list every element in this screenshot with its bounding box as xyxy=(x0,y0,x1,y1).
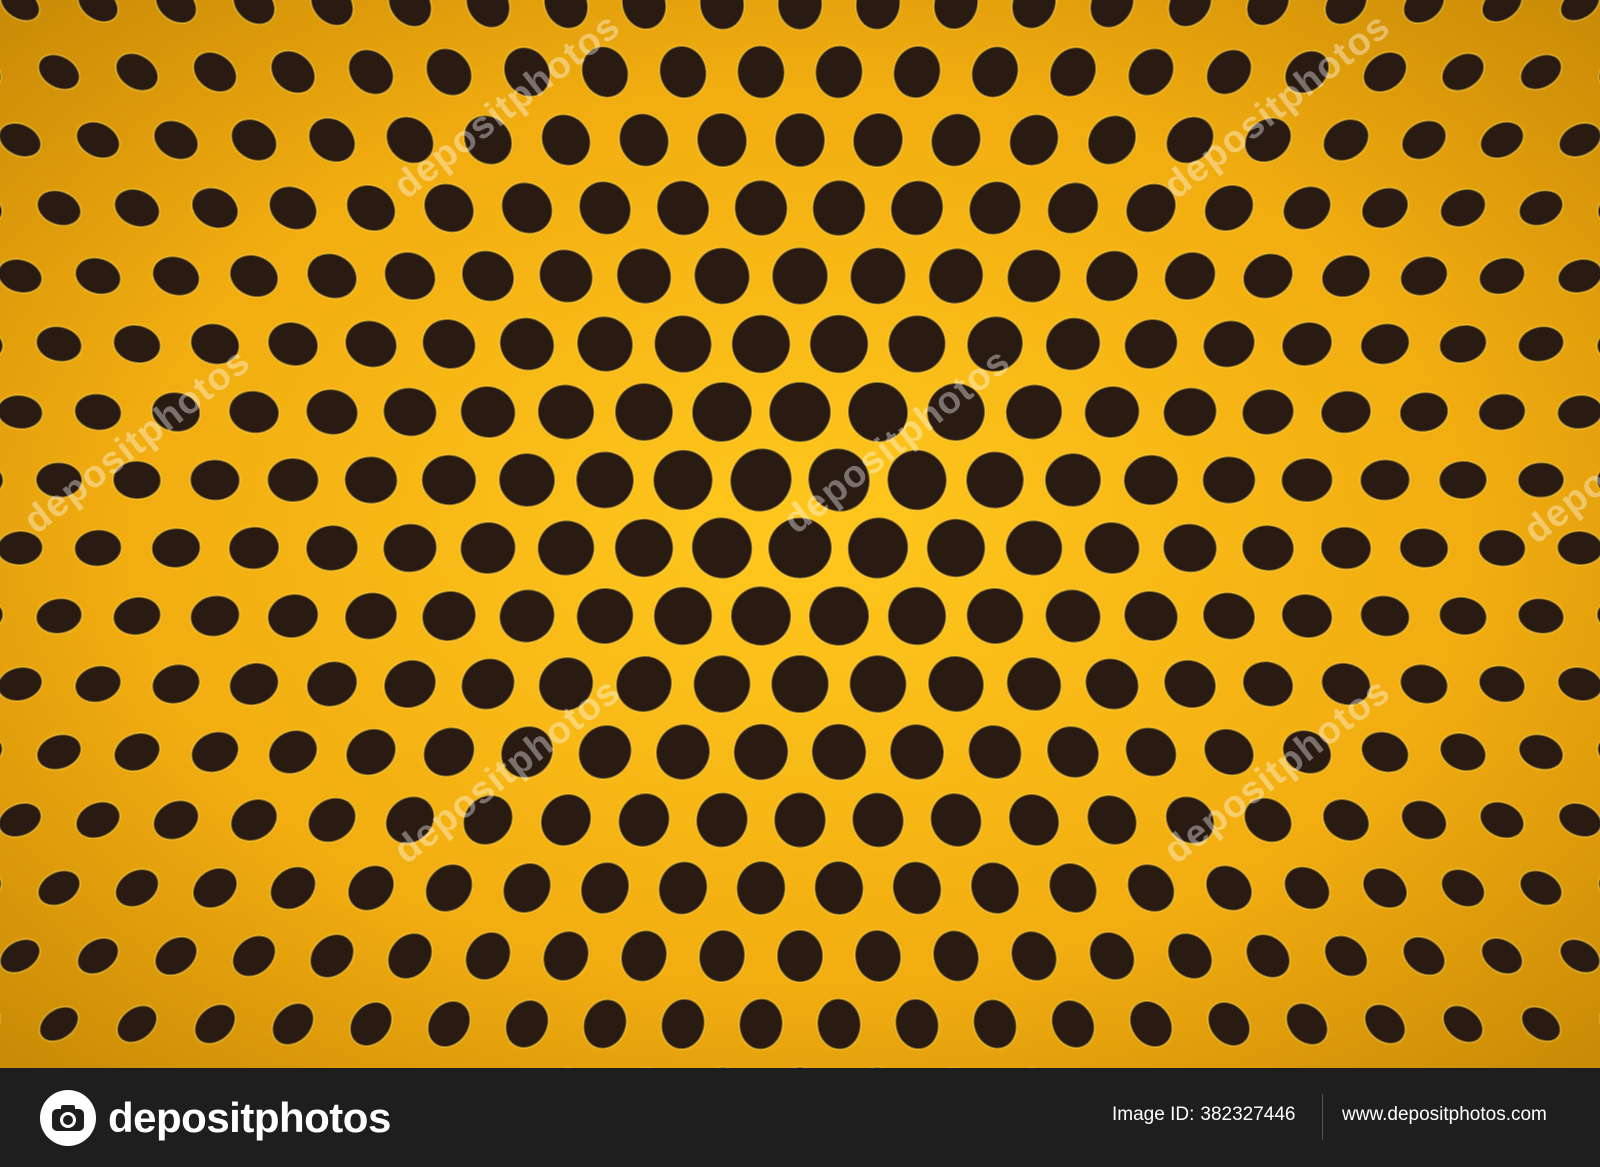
honeycomb-hole xyxy=(1438,459,1488,501)
brand-logo[interactable]: depositphotos xyxy=(40,1089,391,1146)
image-id-value: 382327446 xyxy=(1200,1104,1296,1125)
honeycomb-photo: depositphotos depositphotos depositphoto… xyxy=(0,0,1600,1068)
honeycomb-hole xyxy=(34,461,84,499)
image-id: Image ID: 382327446 xyxy=(1112,1104,1295,1126)
footer-divider xyxy=(1322,1094,1323,1140)
honeycomb-mesh xyxy=(0,0,1600,1068)
honeycomb-hole xyxy=(112,459,162,501)
site-url-link[interactable]: www.depositphotos.com xyxy=(1342,1104,1547,1126)
honeycomb-hole xyxy=(1280,456,1334,504)
honeycomb-hole xyxy=(266,456,320,504)
stock-photo-page: depositphotos depositphotos depositphoto… xyxy=(0,0,1600,1167)
image-id-label: Image ID: xyxy=(1112,1104,1195,1125)
honeycomb-hole xyxy=(770,653,830,715)
honeycomb-hole xyxy=(767,516,833,580)
honeycomb-hole xyxy=(773,791,827,849)
honeycomb-hole xyxy=(773,111,827,169)
honeycomb-hole xyxy=(775,928,825,984)
honeycomb-hole xyxy=(1516,461,1566,499)
honeycomb-hole xyxy=(768,380,832,444)
brand-name: depositphotos xyxy=(108,1093,391,1141)
camera-icon xyxy=(40,1089,96,1146)
honeycomb-hole xyxy=(1359,458,1411,502)
footer-bar: depositphotos Image ID: 382327446 www.de… xyxy=(0,1068,1600,1167)
honeycomb-hole xyxy=(189,458,241,502)
honeycomb-hole xyxy=(771,246,829,306)
